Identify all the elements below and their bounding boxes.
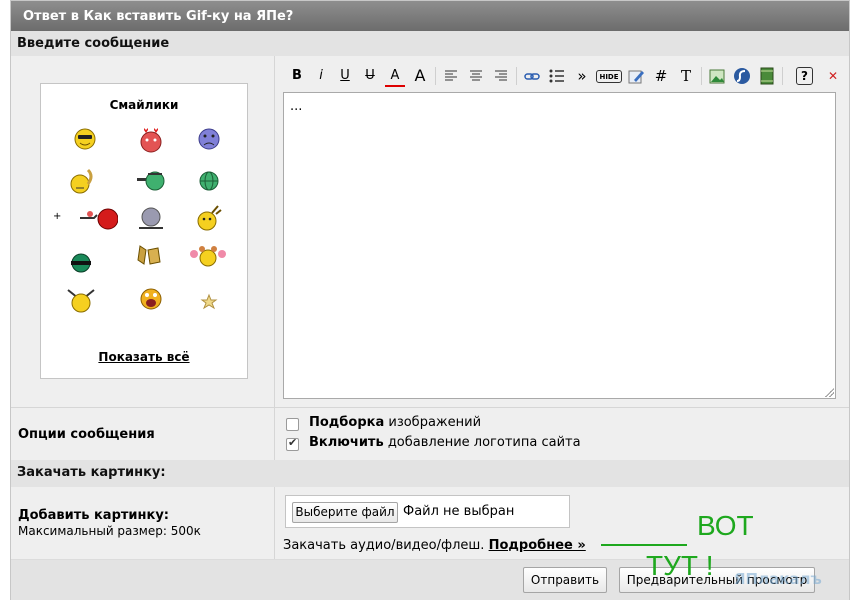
watermark: ЯПлакалъ xyxy=(734,570,822,588)
smileys-plus: + xyxy=(53,211,62,222)
align-right-icon[interactable] xyxy=(491,65,511,87)
tex-button[interactable]: T xyxy=(676,65,696,87)
align-center-icon[interactable] xyxy=(466,65,486,87)
toolbar-separator xyxy=(516,67,517,85)
link-icon[interactable] xyxy=(522,65,542,87)
image-selection-label: Подборка изображений xyxy=(309,415,481,430)
edit-pencil-icon[interactable] xyxy=(626,65,646,87)
add-image-title: Добавить картинку: xyxy=(18,508,169,523)
cool-smiley-icon[interactable] xyxy=(70,124,100,154)
insert-video-icon[interactable] xyxy=(757,65,777,87)
editor-toolbar: B i U U A A » HIDE # T ? ✕ xyxy=(287,63,838,89)
bold-button[interactable]: B xyxy=(287,65,307,87)
close-button[interactable]: ✕ xyxy=(823,65,843,87)
show-all-smileys-link[interactable]: Показать всё xyxy=(41,350,247,364)
align-left-icon[interactable] xyxy=(441,65,461,87)
hanging-smiley-icon[interactable] xyxy=(66,284,96,314)
hash-button[interactable]: # xyxy=(651,65,671,87)
insert-flash-icon[interactable] xyxy=(732,65,752,87)
clapping-hands-icon[interactable] xyxy=(134,240,164,270)
no-file-text: Файл не выбран xyxy=(403,504,515,519)
toolbar-separator xyxy=(782,67,783,85)
image-selection-label-rest: изображений xyxy=(384,415,482,430)
message-textarea[interactable]: ... xyxy=(283,92,836,399)
site-logo-label-bold: Включить xyxy=(309,435,384,450)
sad-smiley-icon[interactable] xyxy=(194,124,224,154)
message-text: ... xyxy=(290,99,303,114)
site-logo-label-rest: добавление логотипа сайта xyxy=(383,435,581,450)
laughing-smiley-icon[interactable] xyxy=(136,284,166,314)
max-size-text: Максимальный размер: 500к xyxy=(18,524,201,538)
font-color-button[interactable]: A xyxy=(385,65,405,87)
bullet-list-icon[interactable] xyxy=(547,65,567,87)
options-label: Опции сообщения xyxy=(18,427,155,442)
toolbar-separator xyxy=(435,67,436,85)
media-upload-label: Закачать аудио/видео/флеш. xyxy=(283,538,485,553)
annoyed-smiley-icon[interactable] xyxy=(68,166,98,196)
hide-button[interactable]: HIDE xyxy=(596,70,622,83)
strikethrough-button[interactable]: U xyxy=(360,65,380,87)
annotation-text-line2: ТУТ ! xyxy=(646,550,714,581)
message-section-header: Введите сообщение xyxy=(11,31,849,56)
image-selection-checkbox[interactable] xyxy=(286,418,299,431)
hiding-smiley-icon[interactable] xyxy=(136,204,166,234)
site-logo-label: Включить добавление логотипа сайта xyxy=(309,435,581,450)
quote-button[interactable]: » xyxy=(572,65,592,87)
small-star-smiley-icon[interactable] xyxy=(194,286,224,316)
italic-button[interactable]: i xyxy=(311,65,331,87)
cheerleader-smiley-icon[interactable] xyxy=(188,244,228,274)
sick-smiley-icon[interactable] xyxy=(136,166,166,196)
help-button[interactable]: ? xyxy=(796,67,813,85)
submit-button[interactable]: Отправить xyxy=(523,567,607,593)
insert-image-icon[interactable] xyxy=(707,65,727,87)
smileys-title: Смайлики xyxy=(109,98,179,112)
page-title: Ответ в Как вставить Gif-ку на ЯПе? xyxy=(11,1,849,31)
annotation-arrow-line xyxy=(601,544,687,546)
upload-section-header: Закачать картинку: xyxy=(11,460,849,487)
more-info-link[interactable]: Подробнее » xyxy=(489,538,586,553)
font-size-button[interactable]: A xyxy=(410,65,430,87)
add-image-label-cell xyxy=(11,487,275,559)
love-smiley-icon[interactable] xyxy=(136,124,166,154)
underline-button[interactable]: U xyxy=(335,65,355,87)
annotation-text-line1: ВОТ xyxy=(697,510,754,541)
toolbar-separator xyxy=(701,67,702,85)
globe-smiley-icon[interactable] xyxy=(194,166,224,196)
media-upload-text: Закачать аудио/видео/флеш. Подробнее » xyxy=(283,538,586,553)
file-input[interactable]: Выберите файл Файл не выбран xyxy=(285,495,570,528)
image-selection-label-bold: Подборка xyxy=(309,415,385,430)
site-logo-checkbox[interactable] xyxy=(286,436,299,451)
resize-grip[interactable] xyxy=(824,387,834,397)
choose-file-button[interactable]: Выберите файл xyxy=(292,502,398,523)
ninja-smiley-icon[interactable] xyxy=(66,248,96,278)
dancing-smiley-icon[interactable] xyxy=(194,204,224,234)
shooter-smiley-icon[interactable] xyxy=(78,204,118,234)
smileys-box: Смайлики + Показать всё xyxy=(40,83,248,379)
